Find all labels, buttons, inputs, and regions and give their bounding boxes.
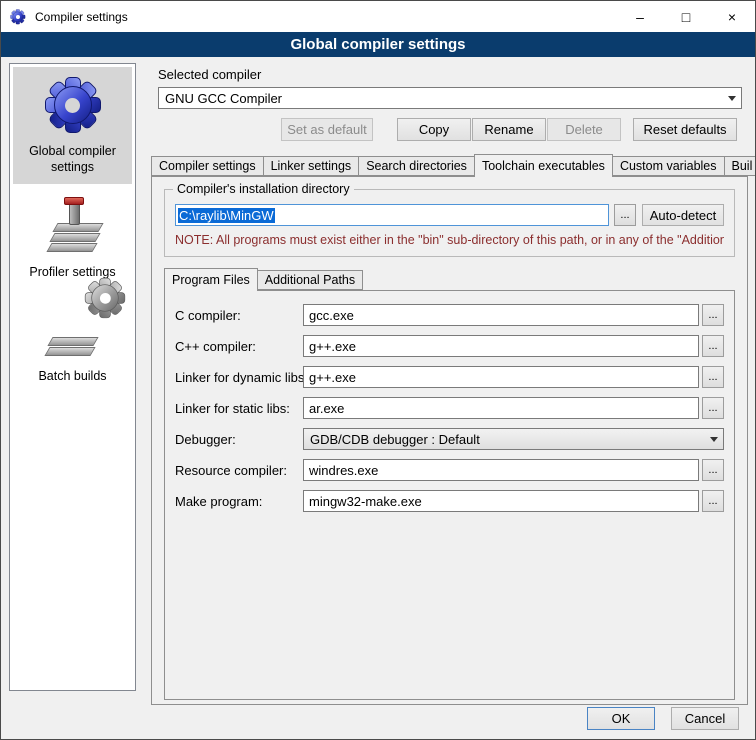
c-compiler-input[interactable] (303, 304, 699, 326)
make-program-row: Make program: ... (175, 490, 724, 512)
program-files-tab-strip: Program Files Additional Paths (164, 267, 747, 290)
installation-directory-browse-button[interactable]: ... (614, 204, 636, 226)
subtab-additional-paths[interactable]: Additional Paths (257, 270, 363, 290)
debugger-select[interactable]: GDB/CDB debugger : Default (303, 428, 724, 450)
tab-toolchain-executables[interactable]: Toolchain executables (474, 154, 613, 177)
sidebar-item-batch-builds[interactable]: Batch builds (13, 292, 132, 392)
cpp-compiler-input[interactable] (303, 335, 699, 357)
installation-directory-groupbox: Compiler's installation directory C:\ray… (164, 189, 735, 257)
make-program-label: Make program: (175, 494, 303, 509)
installation-directory-row: C:\raylib\MinGW ... Auto-detect (175, 204, 724, 226)
tab-custom-variables[interactable]: Custom variables (612, 156, 725, 176)
sidebar-item-global-compiler-settings[interactable]: Global compiler settings (13, 67, 132, 184)
selected-compiler-label: Selected compiler (158, 67, 749, 82)
settings-category-sidebar: Global compiler settings Profiler settin… (9, 63, 136, 691)
copy-button[interactable]: Copy (397, 118, 471, 141)
dynamic-linker-row: Linker for dynamic libs: ... (175, 366, 724, 388)
debugger-select-value: GDB/CDB debugger : Default (310, 432, 480, 447)
program-files-panel: C compiler: ... C++ compiler: ... Linker… (164, 290, 735, 700)
batch-builds-icon (44, 301, 102, 359)
compiler-select-value: GNU GCC Compiler (165, 91, 282, 106)
settings-tab-strip: Compiler settings Linker settings Search… (151, 153, 746, 176)
cpp-compiler-label: C++ compiler: (175, 339, 303, 354)
gear-icon (10, 9, 26, 25)
sidebar-item-label: Global compiler settings (15, 143, 130, 176)
tab-linker-settings[interactable]: Linker settings (263, 156, 360, 176)
close-button[interactable]: × (709, 1, 755, 32)
subtab-program-files[interactable]: Program Files (164, 268, 258, 291)
resource-compiler-label: Resource compiler: (175, 463, 303, 478)
installation-directory-value: C:\raylib\MinGW (178, 208, 275, 223)
delete-button: Delete (547, 118, 621, 141)
compiler-buttons-row: Set as default Copy Rename Delete Reset … (158, 118, 737, 141)
sidebar-item-profiler-settings[interactable]: Profiler settings (13, 188, 132, 288)
app-gear-icon[interactable] (10, 9, 26, 25)
c-compiler-row: C compiler: ... (175, 304, 724, 326)
blue-gear-icon (44, 76, 102, 134)
ok-button[interactable]: OK (587, 707, 655, 730)
cpp-compiler-row: C++ compiler: ... (175, 335, 724, 357)
minimize-button[interactable]: – (617, 1, 663, 32)
c-compiler-label: C compiler: (175, 308, 303, 323)
sidebar-item-label: Batch builds (38, 368, 106, 384)
dynamic-linker-browse-button[interactable]: ... (702, 366, 724, 388)
compiler-select[interactable]: GNU GCC Compiler (158, 87, 742, 109)
profiler-tool-icon (44, 197, 102, 255)
rename-button[interactable]: Rename (472, 118, 546, 141)
tab-build-truncated[interactable]: Buil (724, 156, 756, 176)
resource-compiler-input[interactable] (303, 459, 699, 481)
page-title: Global compiler settings (1, 32, 755, 57)
window-controls: – □ × (617, 1, 755, 32)
make-program-input[interactable] (303, 490, 699, 512)
window-title: Compiler settings (35, 10, 128, 24)
debugger-label: Debugger: (175, 432, 303, 447)
maximize-button[interactable]: □ (663, 1, 709, 32)
cpp-compiler-browse-button[interactable]: ... (702, 335, 724, 357)
chevron-down-icon (705, 429, 723, 449)
auto-detect-button[interactable]: Auto-detect (642, 204, 724, 226)
groupbox-title: Compiler's installation directory (173, 182, 354, 196)
c-compiler-browse-button[interactable]: ... (702, 304, 724, 326)
bin-subdirectory-note: NOTE: All programs must exist either in … (175, 233, 724, 247)
title-bar[interactable]: Compiler settings – □ × (1, 1, 755, 32)
compiler-settings-window: Compiler settings – □ × Global compiler … (0, 0, 756, 740)
reset-defaults-button[interactable]: Reset defaults (633, 118, 737, 141)
chevron-down-icon (723, 88, 741, 108)
static-linker-browse-button[interactable]: ... (702, 397, 724, 419)
dialog-footer: OK Cancel (587, 707, 739, 730)
cancel-button[interactable]: Cancel (671, 707, 739, 730)
toolchain-executables-panel: Compiler's installation directory C:\ray… (151, 176, 748, 705)
tab-search-directories[interactable]: Search directories (358, 156, 475, 176)
make-program-browse-button[interactable]: ... (702, 490, 724, 512)
dynamic-linker-label: Linker for dynamic libs: (175, 370, 303, 385)
main-content: Selected compiler GNU GCC Compiler Set a… (146, 63, 749, 711)
debugger-row: Debugger: GDB/CDB debugger : Default (175, 428, 724, 450)
tab-compiler-settings[interactable]: Compiler settings (151, 156, 264, 176)
installation-directory-input[interactable]: C:\raylib\MinGW (175, 204, 609, 226)
static-linker-row: Linker for static libs: ... (175, 397, 724, 419)
set-as-default-button: Set as default (281, 118, 373, 141)
static-linker-input[interactable] (303, 397, 699, 419)
dynamic-linker-input[interactable] (303, 366, 699, 388)
resource-compiler-browse-button[interactable]: ... (702, 459, 724, 481)
resource-compiler-row: Resource compiler: ... (175, 459, 724, 481)
static-linker-label: Linker for static libs: (175, 401, 303, 416)
